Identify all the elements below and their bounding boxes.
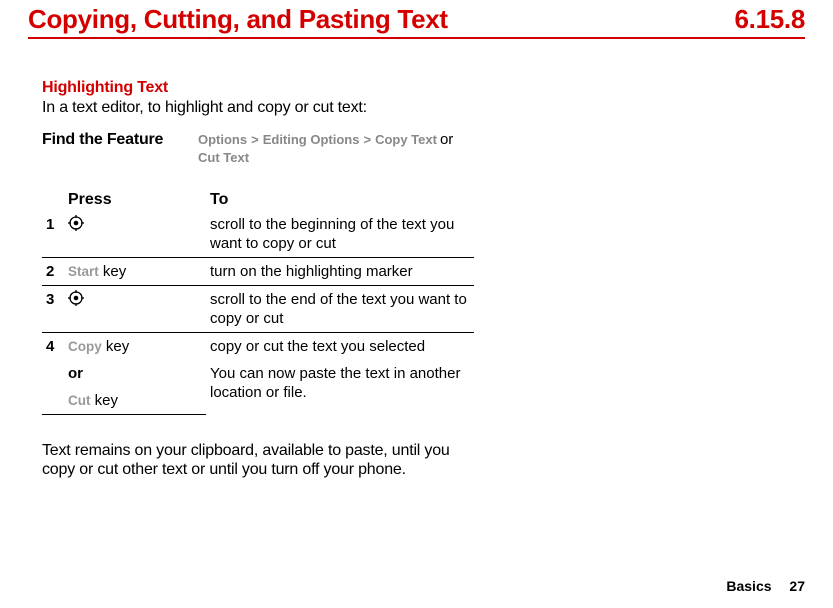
nav-key-icon [68,290,84,306]
steps-table: Press To 1 scroll to the beginning of th… [42,189,474,415]
step-number: 4 [42,333,64,361]
version-number: 6.15.8 [735,4,806,35]
to-cell: scroll to the end of the text you want t… [206,286,474,333]
footer-page-number: 27 [789,578,805,594]
step-number-empty [42,387,64,415]
find-feature-row: Find the Feature Options>Editing Options… [42,131,498,167]
cut-key-label: Cut [68,393,91,408]
table-row: 1 scroll to the beginning of the text yo… [42,211,474,258]
table-row: or You can now paste the text in another… [42,360,474,387]
step-number: 3 [42,286,64,333]
copy-text-token: Copy Text [375,132,437,147]
table-header-row: Press To [42,189,474,211]
or-label: or [64,360,206,387]
step-number: 1 [42,211,64,258]
press-cell: Start key [64,258,206,286]
find-feature-label: Find the Feature [42,131,198,149]
table-row: 4 Copy key copy or cut the text you sele… [42,333,474,361]
options-path: Options>Editing Options>Copy Textor Cut … [198,131,456,167]
outro-text: Text remains on your clipboard, availabl… [42,441,482,479]
or-text: or [437,131,456,148]
editing-options-token: Editing Options [263,132,360,147]
table-row: 2 Start key turn on the highlighting mar… [42,258,474,286]
step-number: 2 [42,258,64,286]
col-to: To [206,189,474,211]
section-intro: In a text editor, to highlight and copy … [42,99,498,117]
footer-section: Basics [726,578,771,594]
page-title: Copying, Cutting, and Pasting Text [28,4,448,35]
document-page: Copying, Cutting, and Pasting Text 6.15.… [0,0,833,608]
start-key-label: Start [68,264,99,279]
section-subhead: Highlighting Text [42,79,498,97]
to-cell: turn on the highlighting marker [206,258,474,286]
press-cell [64,211,206,258]
options-token: Options [198,132,247,147]
step-number-empty [42,360,64,387]
press-cell: Cut key [64,387,206,415]
key-suffix: key [99,263,127,280]
table-row: 3 scroll to the end of the text you want… [42,286,474,333]
nav-key-icon [68,215,84,231]
header-divider [28,37,805,39]
paste-note: You can now paste the text in another lo… [206,360,474,415]
copy-key-label: Copy [68,339,102,354]
separator-icon: > [359,132,375,147]
content-column: Highlighting Text In a text editor, to h… [28,79,498,479]
col-num [42,189,64,211]
separator-icon: > [247,132,263,147]
press-cell [64,286,206,333]
key-suffix: key [102,338,130,355]
key-suffix: key [91,392,119,409]
page-footer: Basics 27 [726,578,805,594]
to-cell: scroll to the beginning of the text you … [206,211,474,258]
page-header: Copying, Cutting, and Pasting Text 6.15.… [28,0,805,37]
press-cell: Copy key [64,333,206,361]
col-press: Press [64,189,206,211]
cut-text-token: Cut Text [198,150,249,165]
to-cell: copy or cut the text you selected [206,333,474,361]
